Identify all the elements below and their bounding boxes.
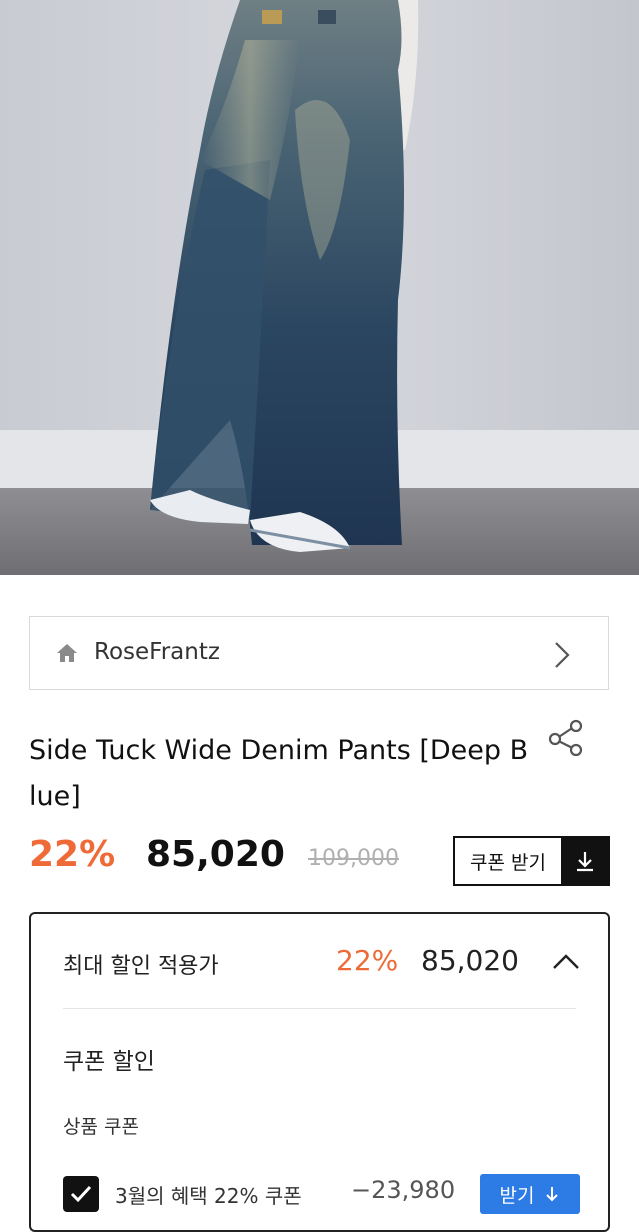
download-icon: [561, 838, 608, 884]
original-price: 109,000: [308, 846, 399, 871]
discount-rate: 22%: [29, 834, 116, 875]
coupon-download-button[interactable]: 쿠폰 받기: [453, 836, 610, 886]
coupon-button-label: 쿠폰 받기: [470, 851, 546, 874]
chevron-right-icon: [555, 642, 570, 668]
coupon-checkbox[interactable]: [63, 1176, 99, 1212]
panel-price: 85,020: [421, 944, 519, 977]
coupon-name: 3월의 혜택 22% 쿠폰: [115, 1184, 302, 1208]
divider: [63, 1008, 576, 1009]
product-coupon-label: 상품 쿠폰: [63, 1116, 139, 1138]
panel-title: 최대 할인 적용가: [63, 954, 219, 979]
panel-discount-rate: 22%: [336, 944, 399, 977]
brand-name: RoseFrantz: [94, 639, 220, 665]
max-discount-panel: 최대 할인 적용가 22% 85,020 쿠폰 할인 상품 쿠폰 3월의 혜택 …: [29, 912, 610, 1232]
receive-coupon-button[interactable]: 받기: [480, 1174, 580, 1214]
sale-price: 85,020: [146, 834, 285, 875]
home-icon: [57, 644, 77, 662]
download-arrow-icon: [546, 1187, 559, 1202]
brand-link[interactable]: RoseFrantz: [29, 616, 609, 690]
share-icon[interactable]: [546, 718, 586, 758]
coupon-discount-title: 쿠폰 할인: [63, 1049, 155, 1075]
product-title: Side Tuck Wide Denim Pants [Deep Blue]: [29, 735, 529, 812]
product-image[interactable]: [0, 0, 639, 575]
product-photo: [0, 0, 639, 575]
chevron-up-icon[interactable]: [551, 952, 581, 972]
check-icon: [70, 1185, 92, 1203]
receive-button-label: 받기: [499, 1184, 535, 1207]
